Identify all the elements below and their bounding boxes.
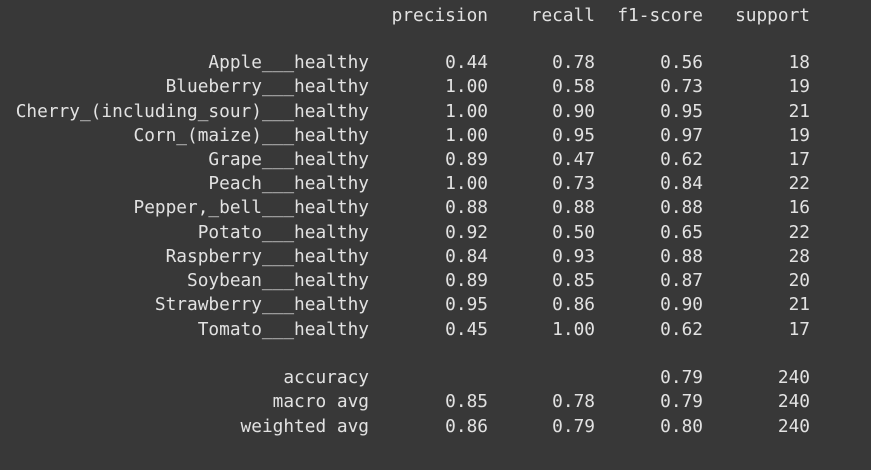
precision-value: 0.85	[445, 391, 488, 412]
support-value: 240	[777, 391, 810, 412]
recall-value: 0.90	[552, 101, 595, 122]
class-label: Tomato___healthy	[197, 319, 369, 340]
summary-row-accuracy: accuracy 0.79 240	[0, 366, 871, 390]
class-row: Grape___healthy 0.89 0.47 0.62 17	[0, 148, 871, 172]
summary-row-weighted-avg: weighted avg 0.86 0.79 0.80 240	[0, 415, 871, 439]
f1-score-value: 0.73	[660, 76, 703, 97]
recall-value: 0.88	[552, 197, 595, 218]
summary-label: macro avg	[272, 391, 369, 412]
precision-value: 0.88	[445, 197, 488, 218]
recall-value: 0.73	[552, 173, 595, 194]
class-label: Potato___healthy	[197, 222, 369, 243]
class-row: Strawberry___healthy 0.95 0.86 0.90 21	[0, 293, 871, 317]
header-precision: precision	[391, 5, 488, 26]
support-value: 19	[788, 76, 810, 97]
f1-score-value: 0.56	[660, 52, 703, 73]
f1-score-value: 0.87	[660, 270, 703, 291]
f1-score-value: 0.88	[660, 197, 703, 218]
summary-row-macro-avg: macro avg 0.85 0.78 0.79 240	[0, 390, 871, 414]
recall-value: 0.47	[552, 149, 595, 170]
summary-label: accuracy	[283, 367, 369, 388]
precision-value: 1.00	[445, 125, 488, 146]
recall-value: 0.58	[552, 76, 595, 97]
precision-value: 0.84	[445, 246, 488, 267]
class-row: Soybean___healthy 0.89 0.85 0.87 20	[0, 269, 871, 293]
recall-value: 0.78	[552, 391, 595, 412]
class-label: Strawberry___healthy	[154, 294, 369, 315]
summary-label: weighted avg	[240, 416, 369, 437]
f1-score-value: 0.79	[660, 367, 703, 388]
recall-value: 0.95	[552, 125, 595, 146]
support-value: 22	[788, 173, 810, 194]
header-support: support	[735, 5, 810, 26]
class-label: Grape___healthy	[208, 149, 369, 170]
class-label: Pepper,_bell___healthy	[133, 197, 369, 218]
recall-value: 0.78	[552, 52, 595, 73]
class-label: Cherry_(including_sour)___healthy	[15, 101, 369, 122]
class-row: Apple___healthy 0.44 0.78 0.56 18	[0, 51, 871, 75]
f1-score-value: 0.62	[660, 319, 703, 340]
support-value: 19	[788, 125, 810, 146]
support-value: 22	[788, 222, 810, 243]
header-row: precision recall f1-score support	[0, 4, 871, 28]
header-f1-score: f1-score	[617, 5, 703, 26]
precision-value: 1.00	[445, 101, 488, 122]
class-label: Peach___healthy	[208, 173, 369, 194]
precision-value: 0.45	[445, 319, 488, 340]
f1-score-value: 0.84	[660, 173, 703, 194]
class-row: Potato___healthy 0.92 0.50 0.65 22	[0, 221, 871, 245]
precision-value: 1.00	[445, 76, 488, 97]
recall-value: 0.79	[552, 416, 595, 437]
recall-value: 0.85	[552, 270, 595, 291]
f1-score-value: 0.88	[660, 246, 703, 267]
support-value: 21	[788, 101, 810, 122]
class-label: Raspberry___healthy	[165, 246, 369, 267]
f1-score-value: 0.80	[660, 416, 703, 437]
precision-value: 0.92	[445, 222, 488, 243]
classification-report: precision recall f1-score support Apple_…	[0, 0, 871, 470]
header-recall: recall	[530, 5, 595, 26]
class-label: Blueberry___healthy	[165, 76, 369, 97]
precision-value: 0.44	[445, 52, 488, 73]
recall-value: 0.50	[552, 222, 595, 243]
precision-value: 0.89	[445, 149, 488, 170]
support-value: 20	[788, 270, 810, 291]
recall-value: 0.86	[552, 294, 595, 315]
f1-score-value: 0.95	[660, 101, 703, 122]
precision-value: 0.86	[445, 416, 488, 437]
recall-value: 1.00	[552, 319, 595, 340]
recall-value: 0.93	[552, 246, 595, 267]
f1-score-value: 0.65	[660, 222, 703, 243]
precision-value: 1.00	[445, 173, 488, 194]
support-value: 17	[788, 149, 810, 170]
support-value: 21	[788, 294, 810, 315]
precision-value: 0.95	[445, 294, 488, 315]
class-row: Corn_(maize)___healthy 1.00 0.95 0.97 19	[0, 124, 871, 148]
class-row: Peach___healthy 1.00 0.73 0.84 22	[0, 172, 871, 196]
support-value: 28	[788, 246, 810, 267]
support-value: 16	[788, 197, 810, 218]
class-row: Pepper,_bell___healthy 0.88 0.88 0.88 16	[0, 196, 871, 220]
support-value: 240	[777, 367, 810, 388]
f1-score-value: 0.97	[660, 125, 703, 146]
class-label: Soybean___healthy	[187, 270, 369, 291]
precision-value: 0.89	[445, 270, 488, 291]
class-row: Blueberry___healthy 1.00 0.58 0.73 19	[0, 75, 871, 99]
f1-score-value: 0.90	[660, 294, 703, 315]
support-value: 17	[788, 319, 810, 340]
class-row: Tomato___healthy 0.45 1.00 0.62 17	[0, 318, 871, 342]
class-row: Raspberry___healthy 0.84 0.93 0.88 28	[0, 245, 871, 269]
class-label: Apple___healthy	[208, 52, 369, 73]
f1-score-value: 0.79	[660, 391, 703, 412]
support-value: 240	[777, 416, 810, 437]
f1-score-value: 0.62	[660, 149, 703, 170]
class-row: Cherry_(including_sour)___healthy 1.00 0…	[0, 100, 871, 124]
support-value: 18	[788, 52, 810, 73]
class-label: Corn_(maize)___healthy	[133, 125, 369, 146]
